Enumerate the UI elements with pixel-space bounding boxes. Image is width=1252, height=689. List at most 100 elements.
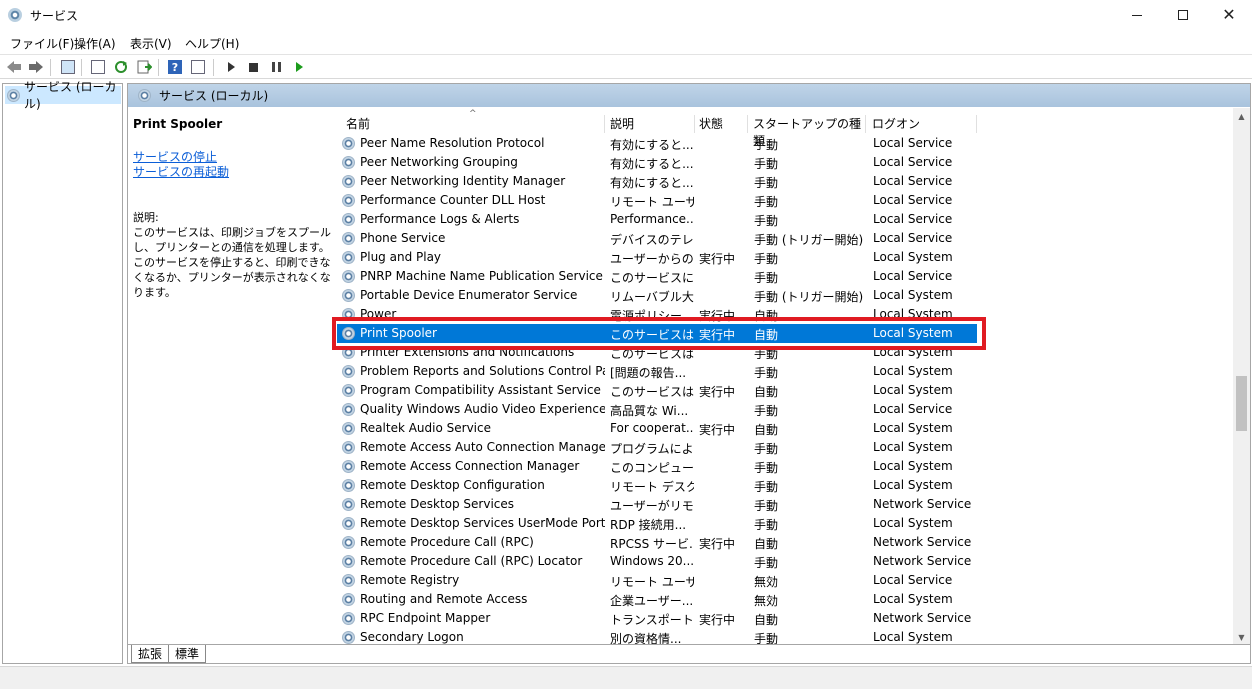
table-row[interactable]: Performance Logs & Alerts Performance... 手…	[337, 210, 1232, 229]
service-description: このサービスは...	[610, 347, 694, 361]
gear-icon	[342, 612, 355, 625]
table-row[interactable]: Remote Access Auto Connection Manager プログ…	[337, 438, 1232, 457]
table-row-selected[interactable]: Print Spooler このサービスは... 実行中 自動 Local System	[337, 324, 977, 343]
service-name: Remote Procedure Call (RPC) Locator	[360, 554, 583, 568]
console-tree: サービス (ローカル)	[2, 80, 123, 664]
tab-extended[interactable]: 拡張	[131, 645, 170, 663]
start-service-button[interactable]	[222, 58, 240, 76]
gear-icon	[342, 631, 355, 644]
service-description: For cooperat...	[610, 421, 694, 435]
maximize-button[interactable]	[1160, 0, 1206, 30]
table-row[interactable]: Remote Access Connection Manager このコンピュータ…	[337, 457, 1232, 476]
menu-file[interactable]: ファイル(F)	[10, 35, 74, 52]
service-name: Remote Desktop Configuration	[360, 478, 545, 492]
column-status[interactable]: 状態	[696, 115, 748, 133]
service-name: Program Compatibility Assistant Service	[360, 383, 601, 397]
vertical-scrollbar[interactable]: ▲ ▼	[1233, 108, 1250, 646]
gear-icon	[342, 498, 355, 511]
service-description: このサービスは...	[610, 385, 694, 399]
menu-action[interactable]: 操作(A)	[74, 35, 116, 52]
table-row[interactable]: Remote Desktop Services UserMode Port Re…	[337, 514, 1232, 533]
column-logon[interactable]: ログオン	[869, 115, 977, 133]
pause-service-button[interactable]	[267, 58, 285, 76]
tree-item-services-local[interactable]: サービス (ローカル)	[5, 80, 121, 111]
table-row[interactable]: Phone Service デバイスのテレ... 手動 (トリガー開始) Local …	[337, 229, 1232, 248]
service-logon: Local Service	[873, 231, 953, 245]
table-row[interactable]: Peer Name Resolution Protocol 有効にすると... 手動…	[337, 134, 1232, 153]
service-name: Secondary Logon	[360, 630, 464, 644]
service-startup-type: 手動 (トリガー開始)	[754, 290, 864, 304]
service-logon: Local System	[873, 592, 953, 606]
scroll-thumb[interactable]	[1236, 376, 1247, 431]
service-startup-type: 無効	[754, 575, 779, 589]
restart-service-link[interactable]: サービスの再起動	[133, 165, 333, 180]
table-row[interactable]: Problem Reports and Solutions Control Pa…	[337, 362, 1232, 381]
service-description: 電源ポリシー...	[610, 309, 694, 323]
services-app-icon	[8, 8, 22, 22]
service-startup-type: 手動	[754, 176, 779, 190]
table-row[interactable]: Printer Extensions and Notifications このサー…	[337, 343, 1232, 362]
table-row[interactable]: Remote Registry リモート ユーザ... 無効 Local Servic…	[337, 571, 1232, 590]
table-row[interactable]: Portable Device Enumerator Service リムーバブル…	[337, 286, 1232, 305]
service-startup-type: 手動	[754, 404, 779, 418]
service-logon: Local System	[873, 630, 953, 644]
play-icon	[227, 62, 235, 72]
table-row[interactable]: Peer Networking Grouping 有効にすると... 手動 Local…	[337, 153, 1232, 172]
table-row[interactable]: Performance Counter DLL Host リモート ユーザ... 手…	[337, 191, 1232, 210]
gear-icon	[342, 479, 355, 492]
table-row[interactable]: Quality Windows Audio Video Experience 高品…	[337, 400, 1232, 419]
close-button[interactable]: ✕	[1206, 0, 1252, 30]
table-row[interactable]: Power 電源ポリシー... 実行中 自動 Local System	[337, 305, 1232, 324]
toolbar: ?	[0, 54, 1252, 79]
help-button[interactable]: ?	[166, 58, 184, 76]
show-action-pane-button[interactable]	[189, 58, 207, 76]
export-list-button[interactable]	[135, 58, 153, 76]
back-button[interactable]	[5, 58, 23, 76]
table-row[interactable]: Plug and Play ユーザーからの... 実行中 手動 Local System	[337, 248, 1232, 267]
stop-service-button[interactable]	[244, 58, 262, 76]
table-row[interactable]: Remote Procedure Call (RPC) RPCSS サービ... 実…	[337, 533, 1232, 552]
service-name: Remote Access Auto Connection Manager	[360, 440, 605, 454]
minimize-icon	[1132, 14, 1142, 16]
refresh-button[interactable]	[112, 58, 130, 76]
gear-icon	[342, 517, 355, 530]
service-startup-type: 手動	[754, 347, 779, 361]
table-row[interactable]: Program Compatibility Assistant Service こ…	[337, 381, 1232, 400]
properties-button[interactable]	[89, 58, 107, 76]
service-logon: Local System	[873, 459, 953, 473]
table-row[interactable]: Remote Desktop Services ユーザーがリモ... 手動 Netwo…	[337, 495, 1232, 514]
table-row[interactable]: PNRP Machine Name Publication Service このサ…	[337, 267, 1232, 286]
menu-help[interactable]: ヘルプ(H)	[185, 35, 239, 52]
column-startup-type[interactable]: スタートアップの種類	[750, 115, 866, 148]
table-row[interactable]: Realtek Audio Service For cooperat... 実行中 自…	[337, 419, 1232, 438]
service-logon: Network Service	[873, 535, 972, 549]
restart-icon	[295, 62, 303, 72]
table-row[interactable]: Routing and Remote Access 企業ユーザー... 無効 Loca…	[337, 590, 1232, 609]
stop-service-link[interactable]: サービスの停止	[133, 150, 333, 165]
minimize-button[interactable]	[1114, 0, 1160, 30]
console-tree-button[interactable]	[59, 58, 77, 76]
restart-service-button[interactable]	[290, 58, 308, 76]
menu-view[interactable]: 表示(V)	[130, 35, 172, 52]
tab-standard[interactable]: 標準	[168, 645, 207, 663]
gear-icon	[342, 365, 355, 378]
forward-button[interactable]	[27, 58, 45, 76]
service-startup-type: 手動	[754, 195, 779, 209]
service-description: リモート ユーザ...	[610, 575, 694, 589]
table-row[interactable]: Remote Desktop Configuration リモート デスク... 手…	[337, 476, 1232, 495]
service-status: 実行中	[699, 328, 736, 342]
scroll-up-icon[interactable]: ▲	[1233, 108, 1250, 125]
table-row[interactable]: Peer Networking Identity Manager 有効にすると..…	[337, 172, 1232, 191]
table-row[interactable]: Remote Procedure Call (RPC) Locator Windo…	[337, 552, 1232, 571]
view-tabs: 拡張 標準	[128, 644, 1250, 663]
service-logon: Local System	[873, 478, 953, 492]
gear-icon	[342, 460, 355, 473]
gear-icon	[342, 175, 355, 188]
table-row[interactable]: RPC Endpoint Mapper トランスポート... 実行中 自動 Networ…	[337, 609, 1232, 628]
service-description: [問題の報告...	[610, 366, 687, 380]
service-startup-type: 手動	[754, 499, 779, 513]
column-name[interactable]: 名前	[343, 115, 605, 133]
pane-header: サービス (ローカル)	[128, 84, 1250, 107]
column-description[interactable]: 説明	[607, 115, 695, 133]
service-name: Problem Reports and Solutions Control Pa…	[360, 364, 605, 378]
